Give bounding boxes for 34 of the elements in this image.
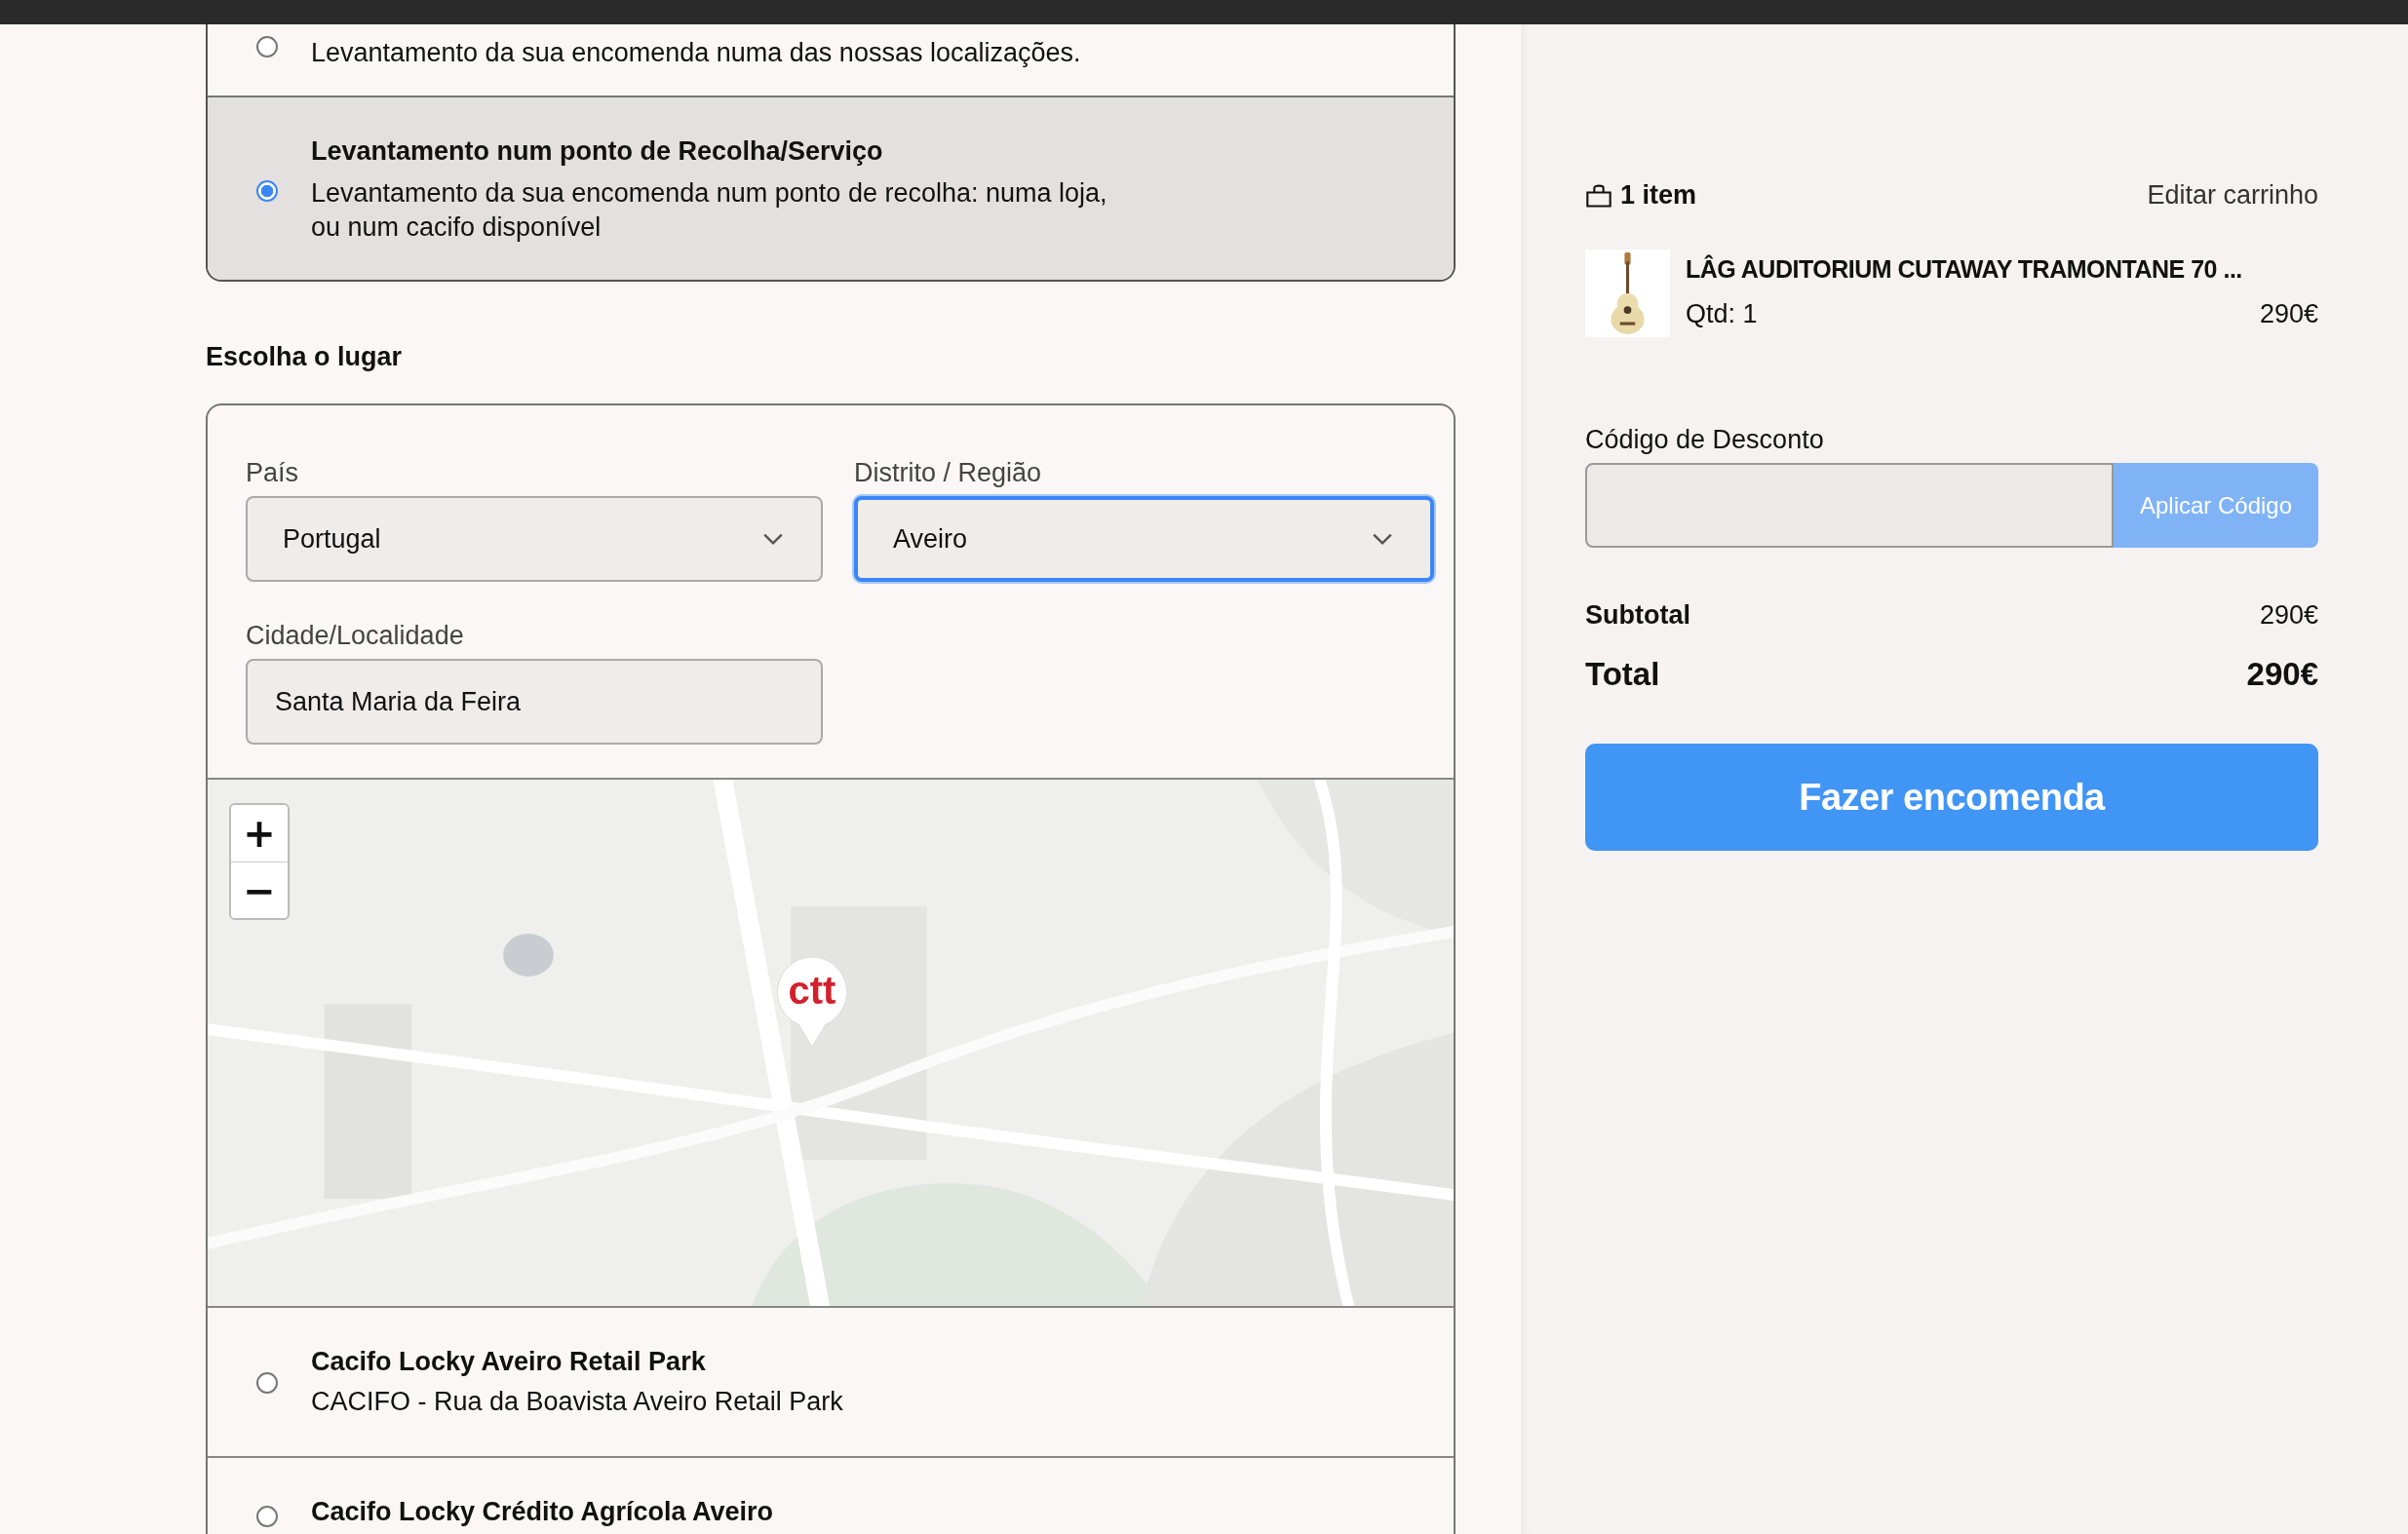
select-field[interactable]: Aveiro (854, 496, 1434, 582)
zoom-in-button[interactable]: + (231, 805, 288, 862)
option-title: Levantamento num ponto de Recolha/Serviço (311, 136, 884, 167)
map-marker[interactable]: ctt (775, 955, 849, 1049)
field-label: Código de Desconto (1585, 425, 1825, 455)
subtotal-label: Subtotal (1585, 600, 1690, 631)
product-name: LÂG AUDITORIUM CUTAWAY TRAMONTANE 70 ... (1686, 255, 2243, 284)
field-label: Cidade/Localidade (246, 621, 465, 651)
chevron-down-icon (762, 532, 784, 546)
quantity: Qtd: 1 (1686, 299, 1758, 329)
discount-code-field[interactable] (1585, 463, 2114, 548)
select-field[interactable]: Portugal (246, 496, 823, 582)
chevron-down-icon (1372, 532, 1393, 546)
option-description: Levantamento da sua encomenda num ponto de recolha: numa loja, ou num cacifo disponível (311, 177, 1107, 244)
city-field[interactable]: Santa Maria da Feira (246, 659, 823, 745)
pickup-point-address: CACIFO - Rua da Boavista Aveiro Retail Park (311, 1386, 843, 1418)
field-label: País (246, 458, 300, 488)
radio-button[interactable] (256, 1372, 278, 1394)
radio-button[interactable] (256, 179, 278, 202)
edit-cart-link[interactable]: Editar carrinho (2147, 180, 2318, 211)
option-description: Levantamento da sua encomenda numa das nossas localizações. (311, 37, 1081, 69)
shopping-bag-icon (1585, 182, 1612, 209)
pickup-point-name: Cacifo Locky Crédito Agrícola Aveiro (311, 1497, 774, 1527)
pickup-point-name: Cacifo Locky Aveiro Retail Park (311, 1347, 707, 1377)
total-value: 290€ (2246, 656, 2318, 693)
subtotal-value: 290€ (2259, 600, 2318, 631)
zoom-out-button[interactable]: − (231, 862, 288, 918)
radio-button[interactable] (256, 36, 278, 58)
radio-button[interactable] (256, 1505, 278, 1527)
section-heading: Escolha o lugar (206, 342, 404, 372)
item-count: 1 item (1620, 180, 1697, 211)
field-label: Distrito / Região (854, 458, 1043, 488)
total-label: Total (1585, 656, 1660, 693)
item-price: 290€ (2259, 299, 2318, 329)
